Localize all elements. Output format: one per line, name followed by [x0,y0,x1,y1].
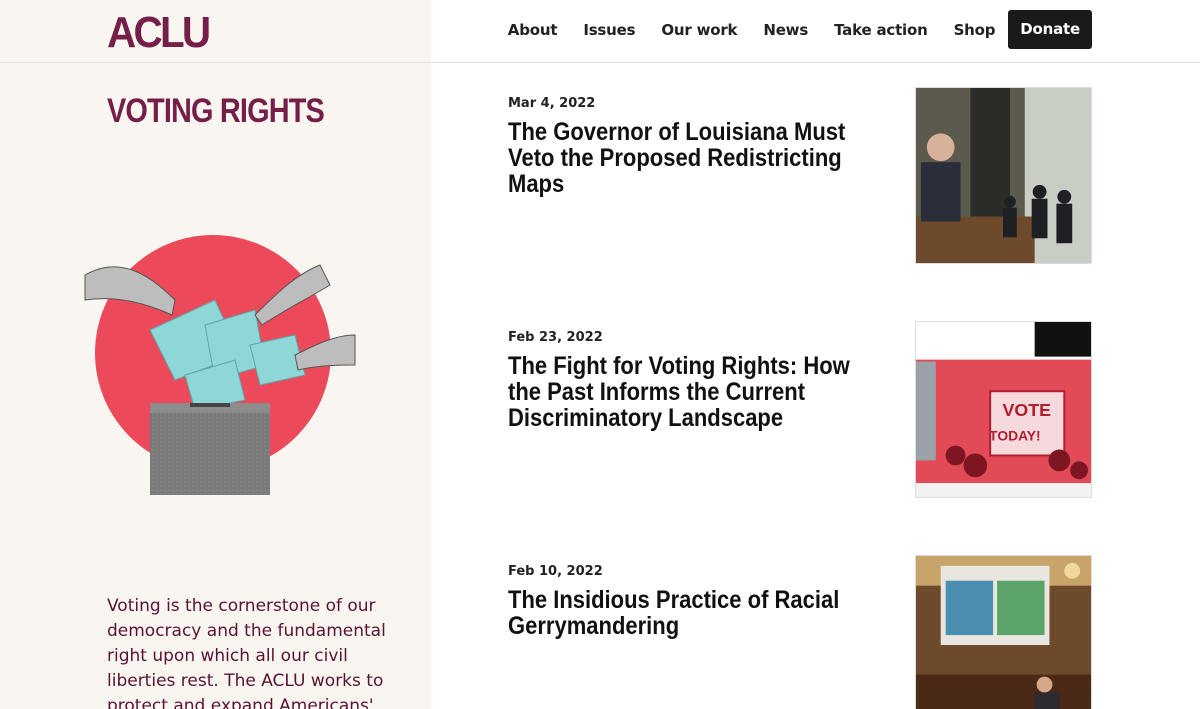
lamp-icon [1064,562,1081,579]
today-sign-text: TODAY! [989,428,1040,444]
page-title: VOTING RIGHTS [107,92,325,130]
redistricting-map-hearing-photo[interactable] [915,555,1092,709]
main-nav: About Issues Our work News Take action S… [482,10,1092,49]
nav-about[interactable]: About [508,21,558,39]
nav-our-work[interactable]: Our work [661,21,737,39]
article-card[interactable]: Mar 4, 2022 The Governor of Louisiana Mu… [508,87,1092,264]
vote-today-protest-photo[interactable]: VOTE TODAY! [915,321,1092,498]
speaker-icon [926,133,955,162]
presenter-icon [1036,676,1053,693]
governor-podium-photo[interactable] [915,87,1092,264]
article-title[interactable]: The Fight for Voting Rights: How the Pas… [508,353,886,431]
vote-sign-text: VOTE [1003,400,1052,420]
aclu-logo[interactable]: ACLU [107,8,211,58]
nav-take-action[interactable]: Take action [834,21,928,39]
article-card[interactable]: Feb 23, 2022 The Fight for Voting Rights… [508,321,1092,498]
nav-news[interactable]: News [763,21,808,39]
article-card[interactable]: Feb 10, 2022 The Insidious Practice of R… [508,555,1092,709]
header-divider [0,62,1200,63]
nav-issues[interactable]: Issues [583,21,635,39]
article-title[interactable]: The Insidious Practice of Racial Gerryma… [508,587,886,639]
ballot-box-icon [150,403,270,495]
donate-button[interactable]: Donate [1008,10,1092,49]
article-title[interactable]: The Governor of Louisiana Must Veto the … [508,119,886,197]
nav-shop[interactable]: Shop [954,21,996,39]
intro-text: Voting is the cornerstone of our democra… [107,596,386,709]
ballot-box-illustration [84,235,356,495]
